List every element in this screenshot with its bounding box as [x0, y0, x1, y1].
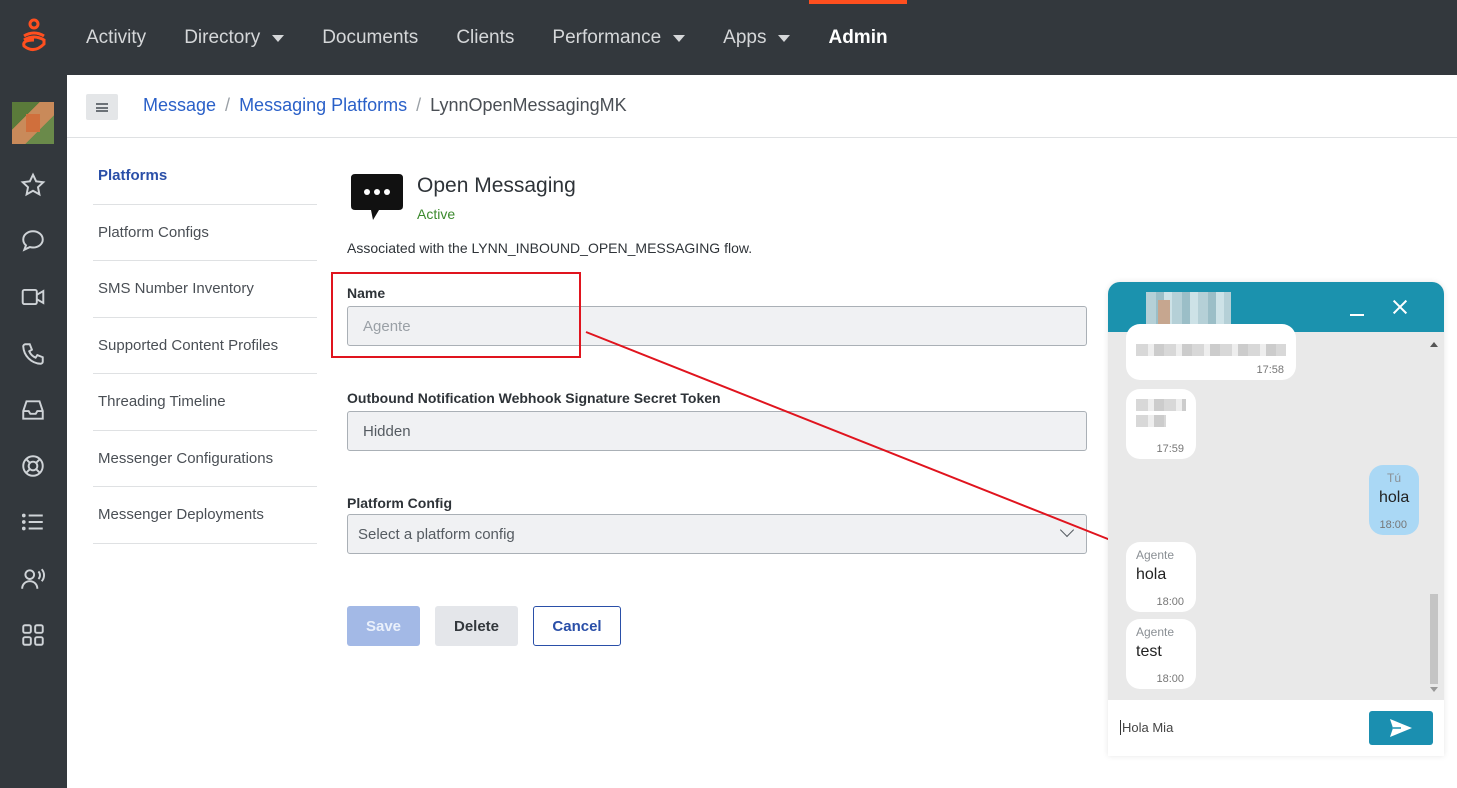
- delete-button[interactable]: Delete: [435, 606, 518, 646]
- message-time: 18:00: [1156, 596, 1184, 608]
- secret-token-field[interactable]: Hidden: [347, 411, 1087, 451]
- genesys-logo-icon[interactable]: [18, 18, 50, 58]
- subnav-sms-number-inventory[interactable]: SMS Number Inventory: [93, 261, 317, 318]
- chat-messages: 17:58 17:59 Tú hola 18:00 Agente hola 18…: [1108, 324, 1444, 700]
- top-navigation-bar: Activity Directory Documents Clients Per…: [0, 0, 1457, 75]
- platform-title: Open Messaging: [417, 174, 576, 197]
- caret-down-icon: [272, 35, 285, 42]
- chat-message-blurred: 17:59: [1126, 389, 1196, 459]
- user-avatar[interactable]: [12, 102, 54, 144]
- message-time: 18:00: [1156, 673, 1184, 685]
- nav-activity[interactable]: Activity: [67, 0, 165, 75]
- chevron-down-icon: [1059, 522, 1075, 538]
- chat-message-outgoing: Tú hola 18:00: [1369, 465, 1419, 535]
- nav-performance[interactable]: Performance: [533, 0, 704, 75]
- platform-config-placeholder: Select a platform config: [358, 525, 515, 543]
- save-button[interactable]: Save: [347, 606, 420, 646]
- chat-input-area: Hola Mia: [1108, 700, 1444, 756]
- inbox-icon[interactable]: [19, 396, 47, 424]
- message-time: 17:59: [1156, 443, 1184, 455]
- send-button[interactable]: [1369, 711, 1433, 745]
- redacted-text: [1136, 344, 1286, 356]
- chat-message-incoming: Agente test 18:00: [1126, 619, 1196, 689]
- breadcrumb: Message / Messaging Platforms / LynnOpen…: [143, 95, 627, 116]
- nav-label: Activity: [86, 26, 147, 48]
- message-time: 17:58: [1256, 364, 1284, 376]
- people-icon[interactable]: [19, 565, 47, 593]
- hamburger-icon: [96, 102, 108, 112]
- nav-label: Admin: [828, 26, 888, 48]
- send-icon: [1390, 719, 1412, 737]
- nav-apps[interactable]: Apps: [704, 0, 809, 75]
- chat-message-blurred: 17:58: [1126, 324, 1296, 380]
- scroll-down-icon[interactable]: [1430, 687, 1438, 692]
- video-icon[interactable]: [19, 283, 47, 311]
- message-text: hola: [1379, 489, 1410, 506]
- message-input[interactable]: Hola Mia: [1120, 720, 1173, 735]
- breadcrumb-messaging-platforms[interactable]: Messaging Platforms: [239, 95, 407, 116]
- message-sender: Tú: [1386, 471, 1401, 485]
- annotation-highlight-box: [331, 272, 581, 358]
- left-rail: [0, 75, 67, 788]
- breadcrumb-bar: Message / Messaging Platforms / LynnOpen…: [67, 75, 1457, 138]
- nav-label: Documents: [322, 26, 419, 48]
- chat-message-incoming: Agente hola 18:00: [1126, 542, 1196, 612]
- star-icon[interactable]: [19, 171, 47, 199]
- message-text: test: [1136, 643, 1162, 660]
- caret-down-icon: [778, 35, 791, 42]
- redacted-text: [1136, 399, 1186, 411]
- redacted-text: [1136, 415, 1166, 427]
- chat-scrollbar[interactable]: [1430, 342, 1438, 692]
- menu-toggle-button[interactable]: [86, 94, 118, 120]
- status-badge: Active: [417, 206, 456, 222]
- breadcrumb-separator: /: [416, 95, 422, 115]
- chat-icon[interactable]: [19, 227, 47, 255]
- messenger-widget: 17:58 17:59 Tú hola 18:00 Agente hola 18…: [1108, 282, 1444, 756]
- nav-label: Apps: [723, 26, 767, 48]
- nav-directory[interactable]: Directory: [165, 0, 303, 75]
- subnav-messenger-configurations[interactable]: Messenger Configurations: [93, 431, 317, 487]
- associated-flow-text: Associated with the LYNN_INBOUND_OPEN_ME…: [347, 240, 753, 256]
- nav-label: Clients: [456, 26, 515, 48]
- subnav-platforms[interactable]: Platforms: [93, 148, 317, 205]
- scroll-up-icon[interactable]: [1430, 342, 1438, 347]
- token-label: Outbound Notification Webhook Signature …: [347, 390, 721, 406]
- breadcrumb-separator: /: [225, 95, 231, 115]
- phone-icon[interactable]: [19, 340, 47, 368]
- subnav-threading-timeline[interactable]: Threading Timeline: [93, 374, 317, 431]
- scroll-thumb[interactable]: [1430, 594, 1438, 684]
- list-icon[interactable]: [19, 508, 47, 536]
- apps-grid-icon[interactable]: [19, 621, 47, 649]
- subnav-platform-configs[interactable]: Platform Configs: [93, 205, 317, 261]
- nav-clients[interactable]: Clients: [437, 0, 533, 75]
- lifebuoy-icon[interactable]: [19, 452, 47, 480]
- close-icon[interactable]: [1391, 298, 1409, 316]
- main-nav: Activity Directory Documents Clients Per…: [67, 0, 907, 75]
- message-sender: Agente: [1136, 625, 1175, 639]
- open-messaging-icon: [351, 174, 403, 220]
- platform-config-select[interactable]: Select a platform config: [347, 514, 1087, 554]
- nav-documents[interactable]: Documents: [303, 0, 437, 75]
- cancel-button[interactable]: Cancel: [533, 606, 621, 646]
- platforms-subnav: Platforms Platform Configs SMS Number In…: [93, 148, 317, 544]
- agent-avatar: [1146, 292, 1231, 328]
- nav-label: Directory: [184, 26, 261, 48]
- nav-label: Performance: [552, 26, 662, 48]
- subnav-messenger-deployments[interactable]: Messenger Deployments: [93, 487, 317, 544]
- message-text: hola: [1136, 566, 1167, 583]
- message-time: 18:00: [1379, 519, 1407, 531]
- platform-config-label: Platform Config: [347, 495, 452, 511]
- caret-down-icon: [673, 35, 686, 42]
- breadcrumb-message[interactable]: Message: [143, 95, 216, 116]
- minimize-icon[interactable]: [1350, 314, 1364, 316]
- subnav-supported-content-profiles[interactable]: Supported Content Profiles: [93, 318, 317, 374]
- breadcrumb-current: LynnOpenMessagingMK: [430, 95, 627, 115]
- message-sender: Agente: [1136, 548, 1175, 562]
- nav-admin[interactable]: Admin: [809, 0, 907, 75]
